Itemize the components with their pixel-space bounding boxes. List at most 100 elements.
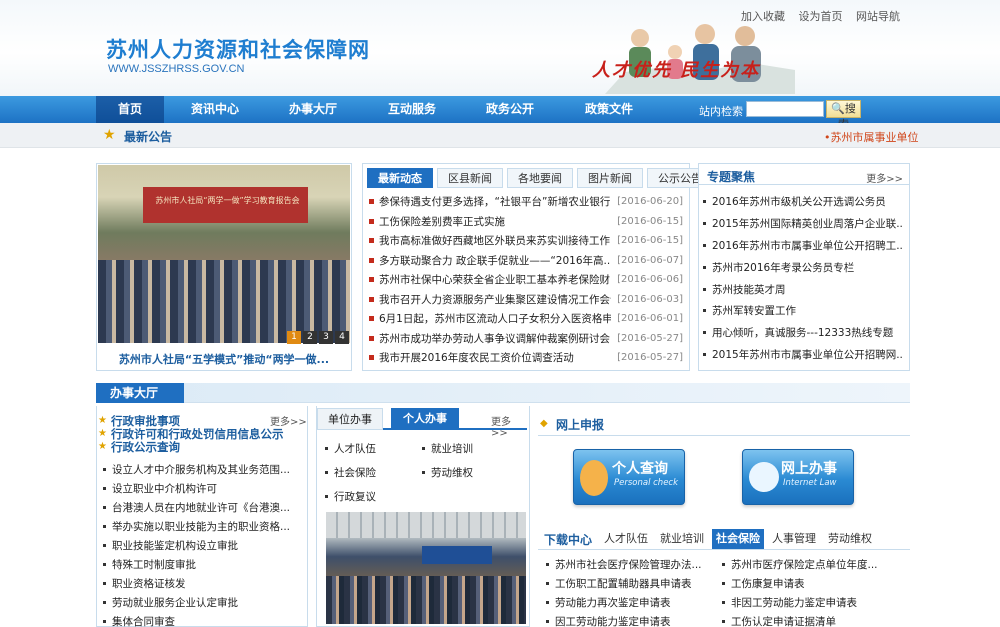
category-link[interactable]: ★ 行政公示查询	[98, 440, 303, 454]
tab-personal-services[interactable]: 个人办事	[391, 408, 459, 430]
list-item[interactable]: 设立职业中介机构许可	[103, 479, 303, 498]
service-label[interactable]: 人才队伍	[334, 441, 376, 456]
hall-item-label[interactable]: 台港澳人员在内地就业许可《台港澳...	[112, 500, 290, 515]
news-title[interactable]: 参保待遇支付更多选择，“社银平台”新增农业银行	[379, 194, 611, 209]
topic-title[interactable]: 2016年苏州市级机关公开选调公务员	[712, 194, 886, 209]
list-item[interactable]: 劳动就业服务企业认定审批	[103, 593, 303, 612]
slide-page-3[interactable]: 3	[319, 331, 333, 344]
service-label[interactable]: 行政复议	[334, 489, 376, 504]
site-map-link[interactable]: 网站导航	[856, 10, 900, 23]
hall-item-label[interactable]: 设立人才中介服务机构及其业务范围...	[112, 462, 290, 477]
service-label[interactable]: 社会保险	[334, 465, 376, 480]
personal-query-button[interactable]: 个人查询 Personal check	[573, 449, 685, 505]
tab-photo-news[interactable]: 图片新闻	[577, 168, 643, 188]
list-item[interactable]: 苏州技能英才周	[703, 278, 903, 300]
tab-personnel[interactable]: 人事管理	[768, 529, 820, 549]
topics-more-link[interactable]: 更多>>	[866, 170, 903, 185]
list-item[interactable]: 设立人才中介服务机构及其业务范围...	[103, 460, 303, 479]
slide-page-2[interactable]: 2	[303, 331, 317, 344]
list-item[interactable]: 工伤保险差别费率正式实施 [2016-06-15]	[369, 212, 683, 232]
tab-social-insurance[interactable]: 社会保险	[712, 529, 764, 549]
service-link-insurance[interactable]: 社会保险	[325, 465, 422, 480]
list-item[interactable]: 苏州市医疗保险定点单位年度...	[722, 557, 898, 572]
tab-latest[interactable]: 最新动态	[367, 168, 433, 188]
service-link-labor-rights[interactable]: 劳动维权	[422, 465, 519, 480]
hall-item-label[interactable]: 设立职业中介机构许可	[112, 481, 217, 496]
news-title[interactable]: 多方联动聚合力 政企联手促就业——“2016年高...	[379, 253, 611, 268]
list-item[interactable]: 非因工劳动能力鉴定申请表	[722, 595, 898, 610]
list-item[interactable]: 2016年苏州市市属事业单位公开招聘工...	[703, 235, 903, 257]
hall-item-label[interactable]: 集体合同审查	[112, 614, 175, 627]
list-item[interactable]: 多方联动聚合力 政企联手促就业——“2016年高... [2016-06-07]	[369, 251, 683, 271]
news-title[interactable]: 工伤保险差别费率正式实施	[379, 214, 611, 229]
list-item[interactable]: 举办实施以职业技能为主的职业资格...	[103, 517, 303, 536]
list-item[interactable]: 我市开展2016年度农民工资价位调查活动 [2016-05-27]	[369, 348, 683, 368]
hall-item-label[interactable]: 特殊工时制度审批	[112, 557, 196, 572]
list-item[interactable]: 因工劳动能力鉴定申请表	[546, 614, 722, 627]
service-link-training[interactable]: 就业培训	[422, 441, 519, 456]
slideshow-caption[interactable]: 苏州市人社局“五学模式”推动“两学一做...	[98, 351, 350, 367]
topic-title[interactable]: 苏州军转安置工作	[712, 303, 796, 318]
tab-unit-services[interactable]: 单位办事	[317, 408, 383, 430]
list-item[interactable]: 我市召开人力资源服务产业集聚区建设情况工作会议 [2016-06-03]	[369, 290, 683, 310]
list-item[interactable]: 特殊工时制度审批	[103, 555, 303, 574]
topic-title[interactable]: 苏州市2016年考录公务员专栏	[712, 260, 854, 275]
topic-title[interactable]: 2015年苏州市市属事业单位公开招聘网...	[712, 347, 903, 362]
tab-talent[interactable]: 人才队伍	[600, 529, 652, 549]
list-item[interactable]: 用心倾听，真诚服务---12333热线专题	[703, 322, 903, 344]
download-title[interactable]: 非因工劳动能力鉴定申请表	[731, 595, 857, 610]
nav-item-policy-documents[interactable]: 政策文件	[574, 96, 644, 123]
list-item[interactable]: 苏州市社会医疗保险管理办法...	[546, 557, 722, 572]
news-title[interactable]: 我市高标准做好西藏地区外联员来苏实训接待工作	[379, 233, 611, 248]
download-title[interactable]: 工伤康复申请表	[731, 576, 805, 591]
topic-title[interactable]: 用心倾听，真诚服务---12333热线专题	[712, 325, 893, 340]
download-title[interactable]: 工伤认定申请证据清单	[731, 614, 836, 627]
search-input[interactable]	[746, 101, 824, 117]
list-item[interactable]: 工伤职工配置辅助器具申请表	[546, 576, 722, 591]
list-item[interactable]: 职业资格证核发	[103, 574, 303, 593]
hall-item-label[interactable]: 职业资格证核发	[112, 576, 186, 591]
list-item[interactable]: 苏州军转安置工作	[703, 300, 903, 322]
tab-regional-news[interactable]: 各地要闻	[507, 168, 573, 188]
nav-item-news[interactable]: 资讯中心	[180, 96, 250, 123]
download-title[interactable]: 工伤职工配置辅助器具申请表	[555, 576, 692, 591]
list-item[interactable]: 2016年苏州市级机关公开选调公务员	[703, 191, 903, 213]
list-item[interactable]: 台港澳人员在内地就业许可《台港澳...	[103, 498, 303, 517]
hall-item-label[interactable]: 劳动就业服务企业认定审批	[112, 595, 238, 610]
list-item[interactable]: 工伤认定申请证据清单	[722, 614, 898, 627]
topic-title[interactable]: 苏州技能英才周	[712, 282, 786, 297]
list-item[interactable]: 集体合同审查	[103, 612, 303, 627]
list-item[interactable]: 6月1日起，苏州市区流动人口子女积分入医资格申... [2016-06-01]	[369, 309, 683, 329]
news-title[interactable]: 我市开展2016年度农民工资价位调查活动	[379, 350, 611, 365]
tab-district-news[interactable]: 区县新闻	[437, 168, 503, 188]
tab-labor-rights[interactable]: 劳动维权	[824, 529, 876, 549]
slide-page-4[interactable]: 4	[335, 331, 349, 344]
nav-item-interaction[interactable]: 互动服务	[377, 96, 447, 123]
service-label[interactable]: 劳动维权	[431, 465, 473, 480]
nav-item-service-hall[interactable]: 办事大厅	[278, 96, 348, 123]
search-button[interactable]: 🔍搜索	[826, 100, 861, 131]
online-services-button[interactable]: 网上办事 Internet Law	[742, 449, 854, 505]
tab-training[interactable]: 就业培训	[656, 529, 708, 549]
slide-page-1[interactable]: 1	[287, 331, 301, 344]
service-link-review[interactable]: 行政复议	[325, 489, 422, 504]
hall-item-label[interactable]: 职业技能鉴定机构设立审批	[112, 538, 238, 553]
topic-title[interactable]: 2016年苏州市市属事业单位公开招聘工...	[712, 238, 903, 253]
list-item[interactable]: 工伤康复申请表	[722, 576, 898, 591]
list-item[interactable]: 劳动能力再次鉴定申请表	[546, 595, 722, 610]
nav-item-government-affairs[interactable]: 政务公开	[475, 96, 545, 123]
announcement-ticker[interactable]: •苏州市属事业单位	[824, 129, 919, 145]
list-item[interactable]: 苏州市社保中心荣获全省企业职工基本养老保险财... [2016-06-06]	[369, 270, 683, 290]
nav-item-home[interactable]: 首页	[96, 96, 164, 123]
news-title[interactable]: 我市召开人力资源服务产业集聚区建设情况工作会议	[379, 292, 611, 307]
download-title[interactable]: 劳动能力再次鉴定申请表	[555, 595, 671, 610]
list-item[interactable]: 职业技能鉴定机构设立审批	[103, 536, 303, 555]
news-title[interactable]: 苏州市成功举办劳动人事争议调解仲裁案例研讨会	[379, 331, 611, 346]
download-title[interactable]: 因工劳动能力鉴定申请表	[555, 614, 671, 627]
download-title[interactable]: 苏州市医疗保险定点单位年度...	[731, 557, 878, 572]
list-item[interactable]: 苏州市成功举办劳动人事争议调解仲裁案例研讨会 [2016-05-27]	[369, 329, 683, 349]
site-title[interactable]: 苏州人力资源和社会保障网	[106, 34, 370, 64]
download-title[interactable]: 苏州市社会医疗保险管理办法...	[555, 557, 702, 572]
job-fair-photo[interactable]	[326, 512, 526, 624]
list-item[interactable]: 2015年苏州市市属事业单位公开招聘网...	[703, 344, 903, 366]
